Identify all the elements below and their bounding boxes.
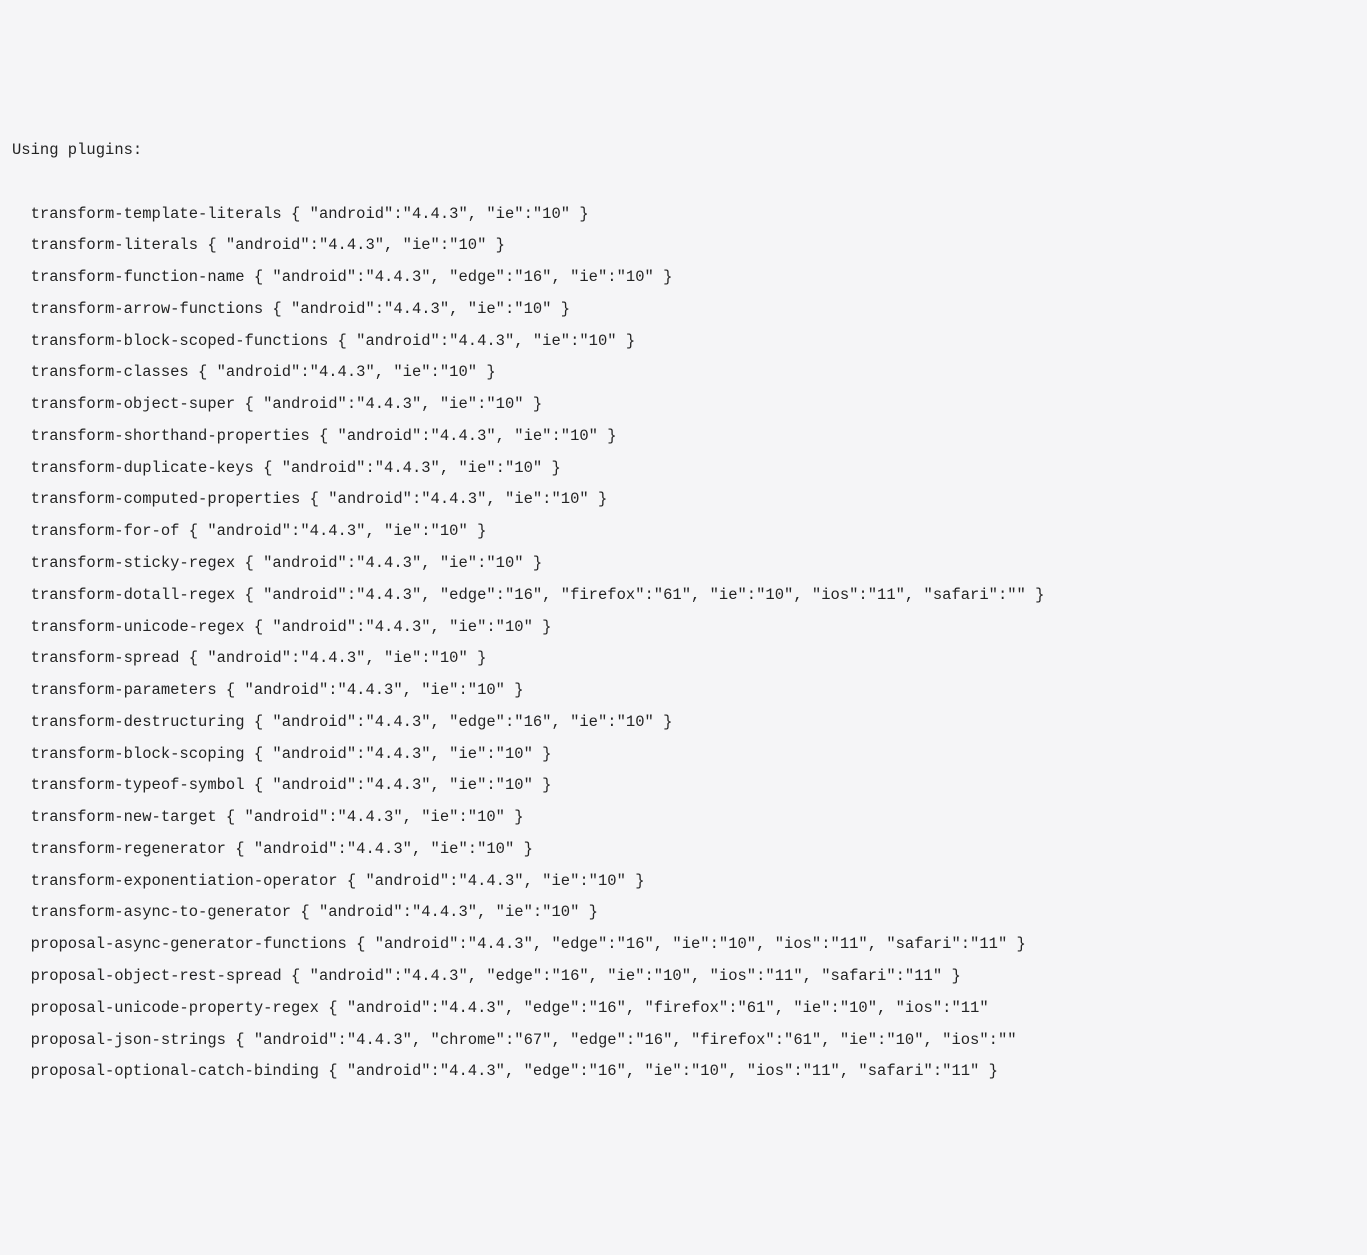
plugin-line: transform-duplicate-keys { "android":"4.… (12, 453, 1355, 485)
plugin-line: transform-block-scoped-functions { "andr… (12, 326, 1355, 358)
plugin-line: transform-for-of { "android":"4.4.3", "i… (12, 516, 1355, 548)
plugin-line: proposal-unicode-property-regex { "andro… (12, 993, 1355, 1025)
plugin-line: proposal-json-strings { "android":"4.4.3… (12, 1025, 1355, 1057)
plugin-line: transform-parameters { "android":"4.4.3"… (12, 675, 1355, 707)
plugin-line: transform-spread { "android":"4.4.3", "i… (12, 643, 1355, 675)
plugin-line: transform-template-literals { "android":… (12, 199, 1355, 231)
plugin-line: transform-object-super { "android":"4.4.… (12, 389, 1355, 421)
plugin-line: transform-arrow-functions { "android":"4… (12, 294, 1355, 326)
plugin-list: transform-template-literals { "android":… (12, 199, 1355, 1088)
plugin-line: transform-regenerator { "android":"4.4.3… (12, 834, 1355, 866)
plugin-line: transform-new-target { "android":"4.4.3"… (12, 802, 1355, 834)
plugin-line: proposal-optional-catch-binding { "andro… (12, 1056, 1355, 1088)
plugin-line: proposal-async-generator-functions { "an… (12, 929, 1355, 961)
plugin-line: transform-async-to-generator { "android"… (12, 897, 1355, 929)
plugin-line: transform-dotall-regex { "android":"4.4.… (12, 580, 1355, 612)
header-line: Using plugins: (12, 135, 1355, 167)
plugin-line: transform-unicode-regex { "android":"4.4… (12, 612, 1355, 644)
plugin-line: transform-computed-properties { "android… (12, 484, 1355, 516)
plugin-line: transform-exponentiation-operator { "and… (12, 866, 1355, 898)
plugin-line: transform-sticky-regex { "android":"4.4.… (12, 548, 1355, 580)
plugin-line: transform-shorthand-properties { "androi… (12, 421, 1355, 453)
plugin-line: transform-literals { "android":"4.4.3", … (12, 230, 1355, 262)
plugin-line: transform-function-name { "android":"4.4… (12, 262, 1355, 294)
plugin-line: transform-typeof-symbol { "android":"4.4… (12, 770, 1355, 802)
plugin-line: transform-classes { "android":"4.4.3", "… (12, 357, 1355, 389)
plugin-line: transform-destructuring { "android":"4.4… (12, 707, 1355, 739)
plugin-line: proposal-object-rest-spread { "android":… (12, 961, 1355, 993)
plugin-line: transform-block-scoping { "android":"4.4… (12, 739, 1355, 771)
